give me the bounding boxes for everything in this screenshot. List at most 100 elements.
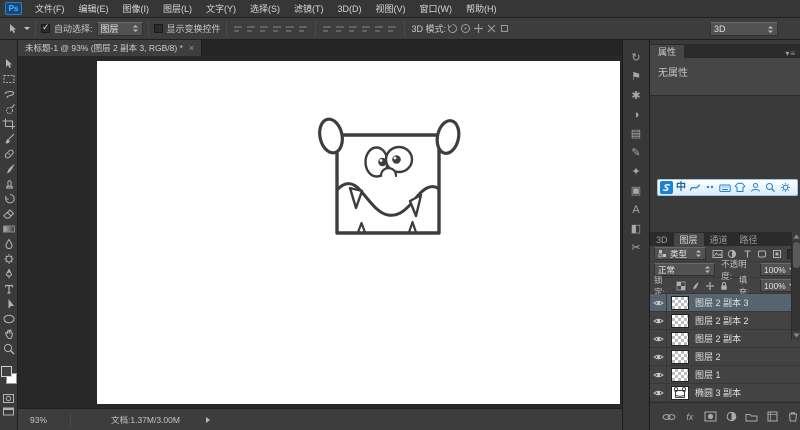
paragraph-panel-icon[interactable]: ◧ xyxy=(624,219,648,238)
close-tab-icon[interactable]: × xyxy=(189,43,194,53)
layer-thumbnail[interactable] xyxy=(671,296,689,310)
foreground-color-swatch[interactable] xyxy=(1,366,12,377)
brush-tool[interactable] xyxy=(0,161,18,176)
workspace-switcher-dropdown[interactable]: 3D xyxy=(710,22,778,36)
new-group-icon[interactable] xyxy=(745,410,759,424)
layer-row[interactable]: 椭圆 3 副本 xyxy=(650,384,800,402)
document-canvas[interactable] xyxy=(97,61,620,404)
clone-stamp-tool[interactable] xyxy=(0,176,18,191)
styles-panel-icon[interactable]: ✱ xyxy=(624,86,648,105)
menu-item[interactable]: 滤镜(T) xyxy=(287,0,331,18)
ime-mode-chinese[interactable]: 中 xyxy=(676,181,686,194)
actions-panel-icon[interactable]: ⚑ xyxy=(624,67,648,86)
scroll-up-icon[interactable] xyxy=(792,232,800,241)
document-tab[interactable]: 未标题-1 @ 93% (图层 2 副本 3, RGB/8) * × xyxy=(18,40,202,56)
layer-visibility-toggle[interactable] xyxy=(650,330,667,347)
panel-tab[interactable]: 3D xyxy=(650,233,674,246)
layer-style-button[interactable]: fx xyxy=(683,410,697,424)
gradient-tool[interactable] xyxy=(0,221,18,236)
distribute-left-edges-icon[interactable] xyxy=(361,24,372,34)
ime-logo-icon[interactable] xyxy=(660,181,673,194)
panel-tab[interactable]: 通道 xyxy=(704,233,734,246)
horizontal-type-tool[interactable] xyxy=(0,281,18,296)
menu-item[interactable]: 图层(L) xyxy=(156,0,199,18)
ime-punctuation-icon[interactable] xyxy=(704,181,716,194)
character-panel-icon[interactable]: A xyxy=(624,200,648,219)
menu-item[interactable]: 编辑(E) xyxy=(72,0,116,18)
blur-tool[interactable] xyxy=(0,236,18,251)
menu-item[interactable]: 选择(S) xyxy=(243,0,287,18)
dodge-tool[interactable] xyxy=(0,251,18,266)
ime-handwriting-icon[interactable] xyxy=(689,181,701,194)
spot-healing-brush-tool[interactable] xyxy=(0,146,18,161)
notes-panel-icon[interactable]: ✎ xyxy=(624,143,648,162)
3d-drag-icon[interactable] xyxy=(472,22,485,35)
layer-visibility-toggle[interactable] xyxy=(650,312,667,329)
3d-roll-icon[interactable] xyxy=(459,22,472,35)
scroll-down-icon[interactable] xyxy=(792,331,800,340)
distribute-bottom-edges-icon[interactable] xyxy=(348,24,359,34)
3d-rotate-icon[interactable] xyxy=(446,22,459,35)
distribute-vertical-centers-icon[interactable] xyxy=(335,24,346,34)
panel-tab[interactable]: 路径 xyxy=(734,233,764,246)
panel-menu-icon[interactable]: ▾≡ xyxy=(785,49,796,58)
layer-visibility-toggle[interactable] xyxy=(650,366,667,383)
layer-visibility-toggle[interactable] xyxy=(650,294,667,311)
ime-account-icon[interactable] xyxy=(749,181,761,194)
panel-tab[interactable]: 图层 xyxy=(674,233,704,246)
add-layer-mask-icon[interactable] xyxy=(704,410,718,424)
new-layer-icon[interactable] xyxy=(766,410,780,424)
3d-scale-icon[interactable] xyxy=(498,22,511,35)
distribute-horizontal-centers-icon[interactable] xyxy=(374,24,385,34)
layer-thumbnail[interactable] xyxy=(671,314,689,328)
align-bottom-edges-icon[interactable] xyxy=(259,24,270,34)
layer-thumbnail-shape[interactable] xyxy=(671,386,689,400)
layers-scrollbar[interactable] xyxy=(791,232,800,340)
menu-item[interactable]: 文件(F) xyxy=(28,0,72,18)
lock-position-icon[interactable] xyxy=(704,280,715,292)
ime-keyboard-icon[interactable] xyxy=(719,181,731,194)
3d-slide-icon[interactable] xyxy=(485,22,498,35)
menu-item[interactable]: 视图(V) xyxy=(369,0,413,18)
ime-search-icon[interactable] xyxy=(764,181,776,194)
pen-tool[interactable] xyxy=(0,266,18,281)
quick-mask-button[interactable] xyxy=(0,392,18,405)
new-adjustment-layer-icon[interactable] xyxy=(724,410,738,424)
layer-thumbnail[interactable] xyxy=(671,368,689,382)
screen-mode-button[interactable] xyxy=(0,405,18,418)
layer-visibility-toggle[interactable] xyxy=(650,384,667,401)
swatches-panel-icon[interactable]: ✦ xyxy=(624,162,648,181)
menu-item[interactable]: 窗口(W) xyxy=(413,0,460,18)
ellipse-tool[interactable] xyxy=(0,311,18,326)
zoom-level-field[interactable]: 93% xyxy=(30,415,64,425)
channels-panel-icon[interactable]: ▣ xyxy=(624,181,648,200)
align-right-edges-icon[interactable] xyxy=(298,24,309,34)
menu-item[interactable]: 图像(I) xyxy=(116,0,157,18)
layer-row[interactable]: 图层 1 xyxy=(650,366,800,384)
filter-shape-layers-icon[interactable] xyxy=(756,248,769,260)
ime-skin-icon[interactable] xyxy=(734,181,746,194)
filter-type-dropdown[interactable]: 类型 xyxy=(654,247,706,260)
info-panel-icon[interactable]: ▤ xyxy=(624,124,648,143)
adjustments-panel-icon[interactable]: ◑ xyxy=(624,105,648,124)
eraser-tool[interactable] xyxy=(0,206,18,221)
path-selection-tool[interactable] xyxy=(0,296,18,311)
lock-image-pixels-icon[interactable] xyxy=(690,280,701,292)
menu-item[interactable]: 3D(D) xyxy=(331,0,369,18)
lock-all-icon[interactable] xyxy=(718,280,729,292)
history-brush-tool[interactable] xyxy=(0,191,18,206)
eyedropper-tool[interactable] xyxy=(0,131,18,146)
tool-preset-picker[interactable] xyxy=(6,23,30,35)
layer-row[interactable]: 图层 2 副本 xyxy=(650,330,800,348)
quick-selection-tool[interactable] xyxy=(0,101,18,116)
delete-layer-icon[interactable] xyxy=(786,410,800,424)
distribute-top-edges-icon[interactable] xyxy=(322,24,333,34)
auto-select-checkbox[interactable] xyxy=(41,24,50,33)
crop-tool[interactable] xyxy=(0,116,18,131)
layer-row[interactable]: 图层 2 副本 2 xyxy=(650,312,800,330)
move-tool[interactable] xyxy=(0,56,18,71)
lock-transparent-pixels-icon[interactable] xyxy=(675,280,686,292)
filter-smart-objects-icon[interactable] xyxy=(771,248,784,260)
layer-row[interactable]: 图层 2 xyxy=(650,348,800,366)
align-vertical-centers-icon[interactable] xyxy=(246,24,257,34)
